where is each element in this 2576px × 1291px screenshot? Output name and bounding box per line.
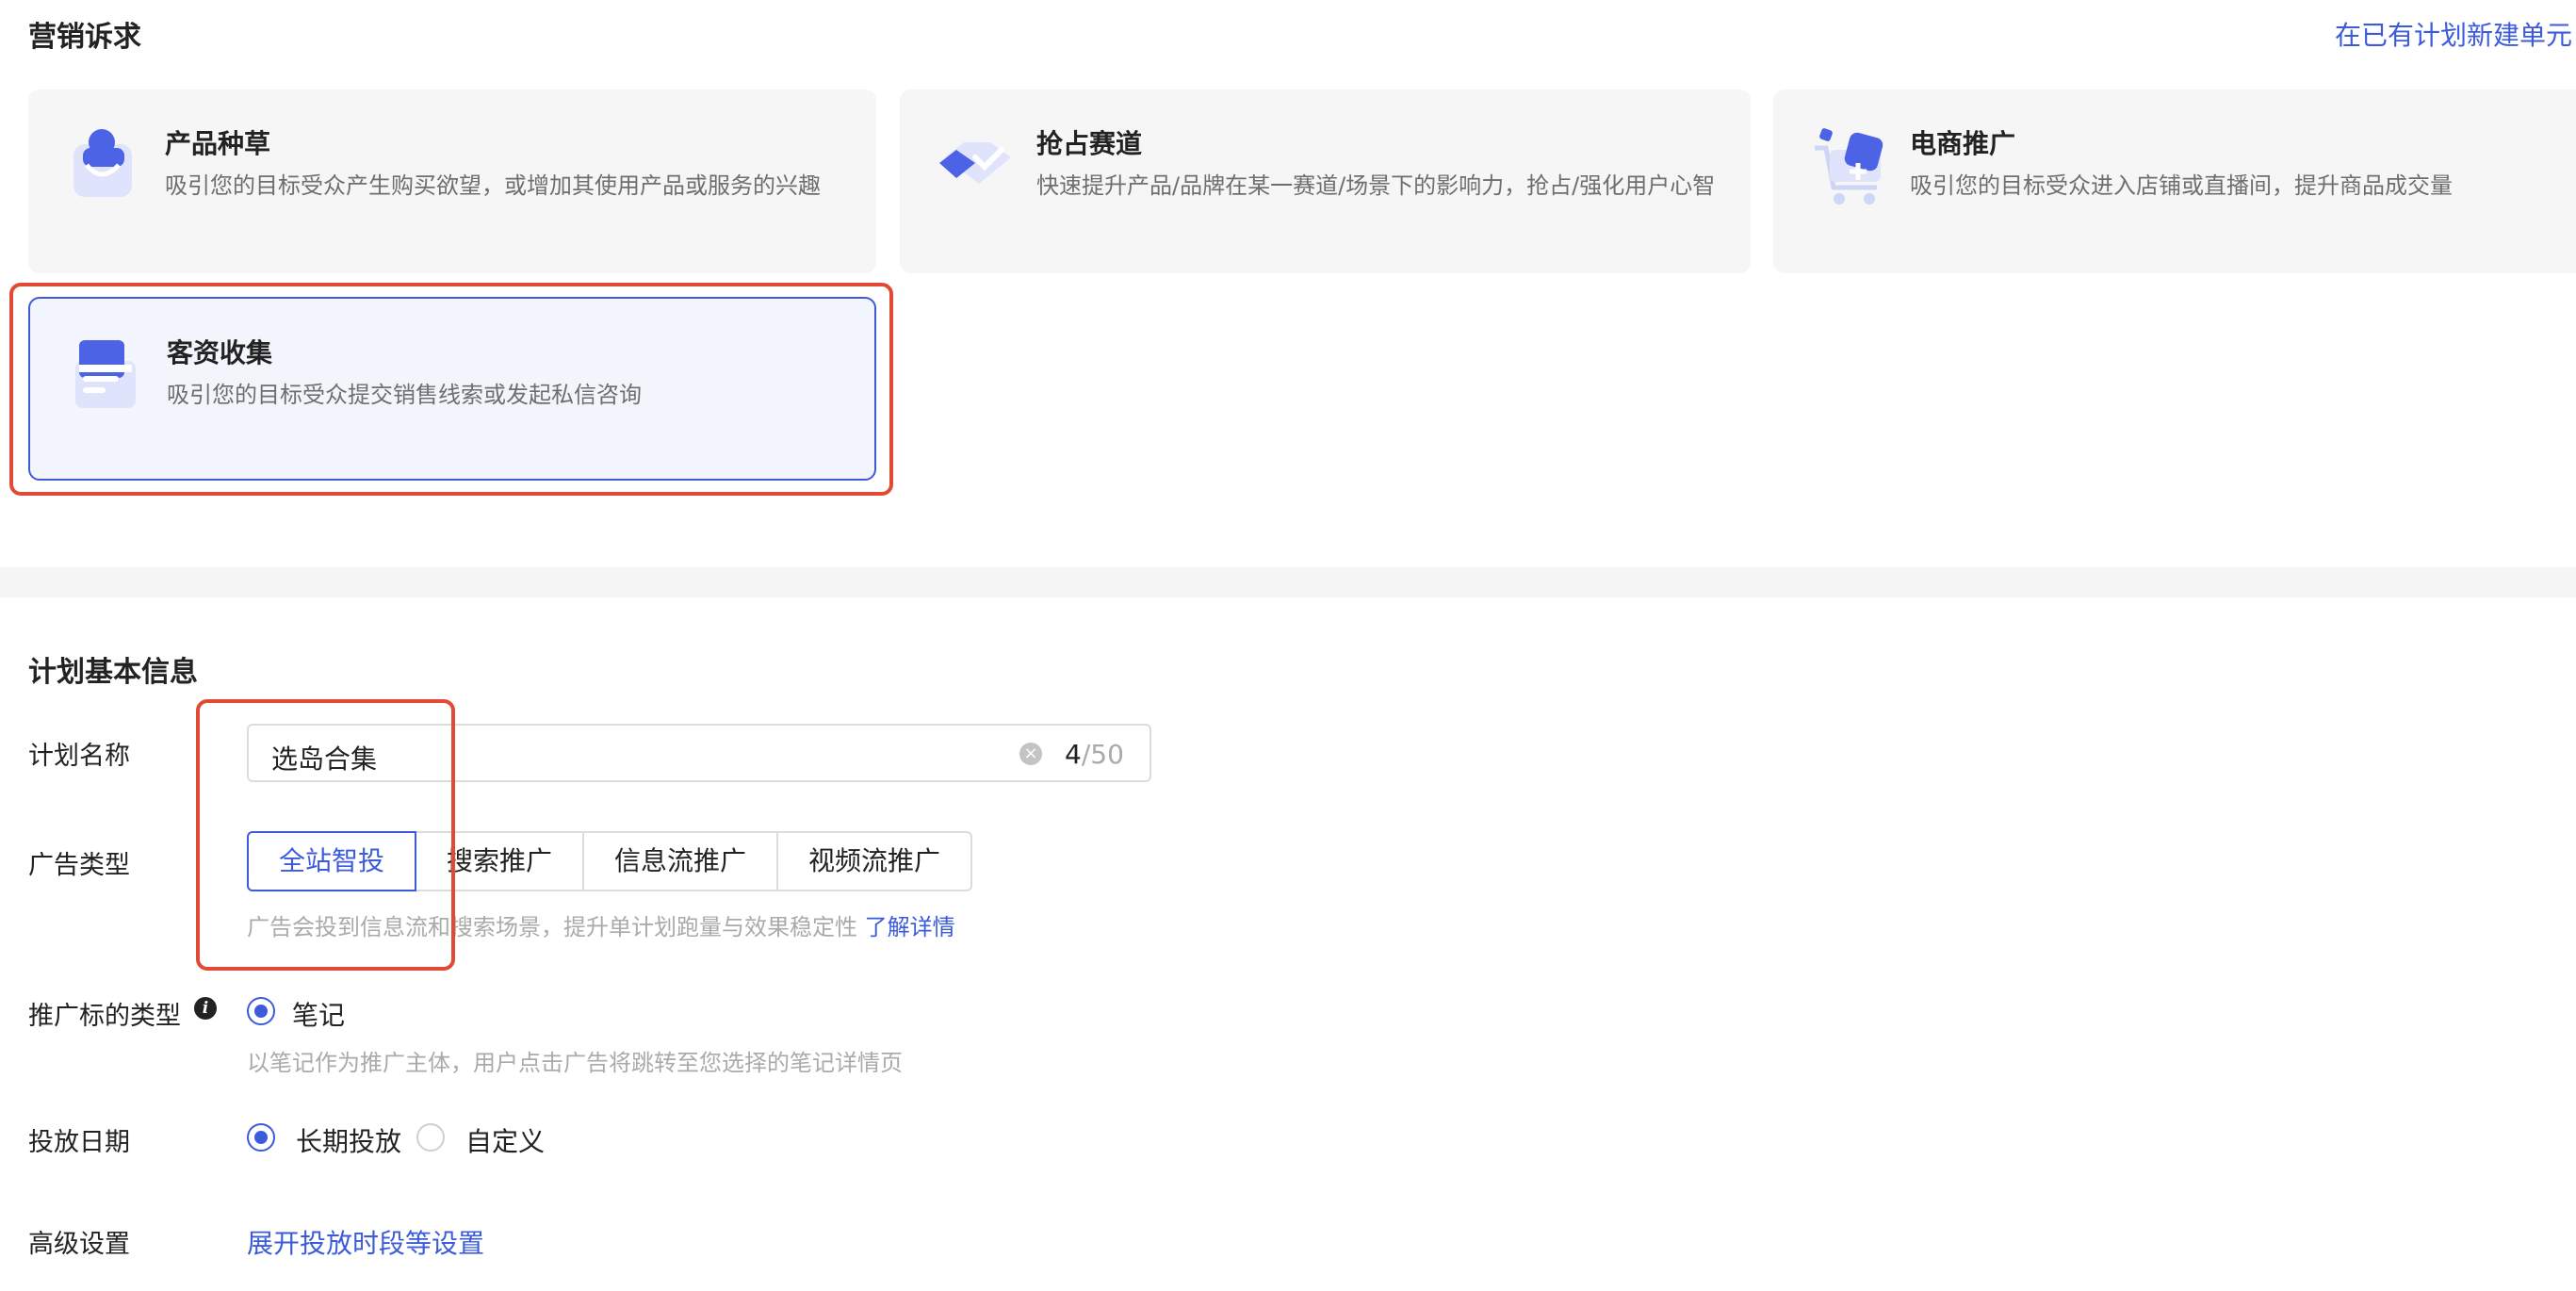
new-unit-link[interactable]: 在已有计划新建单元 bbox=[2335, 15, 2572, 53]
char-count: 4 bbox=[1065, 739, 1082, 770]
char-max: /50 bbox=[1081, 739, 1124, 770]
ad-type-search[interactable]: 搜索推广 bbox=[415, 831, 584, 891]
date-option-long-term: 长期投放 bbox=[296, 1126, 402, 1157]
date-radio-long-term[interactable] bbox=[247, 1123, 275, 1152]
date-radio-custom[interactable] bbox=[416, 1123, 445, 1152]
card-desc: 吸引您的目标受众提交销售线索或发起私信咨询 bbox=[167, 382, 642, 408]
target-type-option-label: 笔记 bbox=[292, 1000, 346, 1031]
target-type-radio-note[interactable] bbox=[247, 997, 275, 1025]
plan-name-value: 选岛合集 bbox=[271, 744, 378, 775]
info-icon[interactable]: i bbox=[194, 997, 217, 1020]
diamond-icon bbox=[937, 125, 1013, 201]
plan-name-label: 计划名称 bbox=[28, 742, 130, 771]
ad-type-video-feed[interactable]: 视频流推广 bbox=[776, 831, 972, 891]
plan-section-title: 计划基本信息 bbox=[28, 656, 198, 689]
marketing-section-title: 营销诉求 bbox=[28, 21, 141, 54]
ad-type-feed[interactable]: 信息流推广 bbox=[582, 831, 778, 891]
char-counter: 4/50 bbox=[1065, 739, 1124, 770]
card-title: 抢占赛道 bbox=[1036, 128, 1143, 159]
shopping-bag-icon bbox=[66, 125, 141, 201]
section-divider bbox=[0, 567, 2576, 597]
card-ecommerce[interactable]: 电商推广 吸引您的目标受众进入店铺或直播间，提升商品成交量 bbox=[1773, 90, 2576, 273]
card-desc: 吸引您的目标受众产生购买欲望，或增加其使用产品或服务的兴趣 bbox=[165, 172, 821, 199]
learn-more-link[interactable]: 了解详情 bbox=[865, 914, 955, 940]
card-seize-track[interactable]: 抢占赛道 快速提升产品/品牌在某一赛道/场景下的影响力，抢占/强化用户心智 bbox=[900, 90, 1751, 273]
shopping-cart-icon bbox=[1811, 125, 1886, 204]
plan-name-input[interactable]: 选岛合集 × 4/50 bbox=[247, 724, 1151, 782]
card-lead-collection[interactable]: 客资收集 吸引您的目标受众提交销售线索或发起私信咨询 bbox=[28, 297, 876, 481]
clear-icon[interactable]: × bbox=[1019, 743, 1042, 765]
card-title: 电商推广 bbox=[1910, 128, 2016, 159]
advanced-label: 高级设置 bbox=[28, 1230, 130, 1259]
folder-card-icon bbox=[68, 338, 143, 414]
ad-type-hint-text: 广告会投到信息流和搜索场景，提升单计划跑量与效果稳定性 bbox=[247, 914, 857, 940]
card-desc: 吸引您的目标受众进入店铺或直播间，提升商品成交量 bbox=[1910, 172, 2453, 199]
ad-type-all-smart[interactable]: 全站智投 bbox=[247, 831, 416, 891]
card-title: 产品种草 bbox=[165, 128, 271, 159]
date-option-custom: 自定义 bbox=[465, 1126, 546, 1157]
card-title: 客资收集 bbox=[167, 337, 273, 368]
target-type-hint: 以笔记作为推广主体，用户点击广告将跳转至您选择的笔记详情页 bbox=[247, 1050, 903, 1076]
card-desc: 快速提升产品/品牌在某一赛道/场景下的影响力，抢占/强化用户心智 bbox=[1036, 172, 1716, 199]
ad-type-hint: 广告会投到信息流和搜索场景，提升单计划跑量与效果稳定性 了解详情 bbox=[247, 908, 955, 941]
expand-advanced-link[interactable]: 展开投放时段等设置 bbox=[247, 1223, 484, 1261]
ad-type-label: 广告类型 bbox=[28, 851, 130, 880]
card-product-seeding[interactable]: 产品种草 吸引您的目标受众产生购买欲望，或增加其使用产品或服务的兴趣 bbox=[28, 90, 876, 273]
target-type-label: 推广标的类型 bbox=[28, 1002, 181, 1031]
date-label: 投放日期 bbox=[28, 1128, 130, 1157]
